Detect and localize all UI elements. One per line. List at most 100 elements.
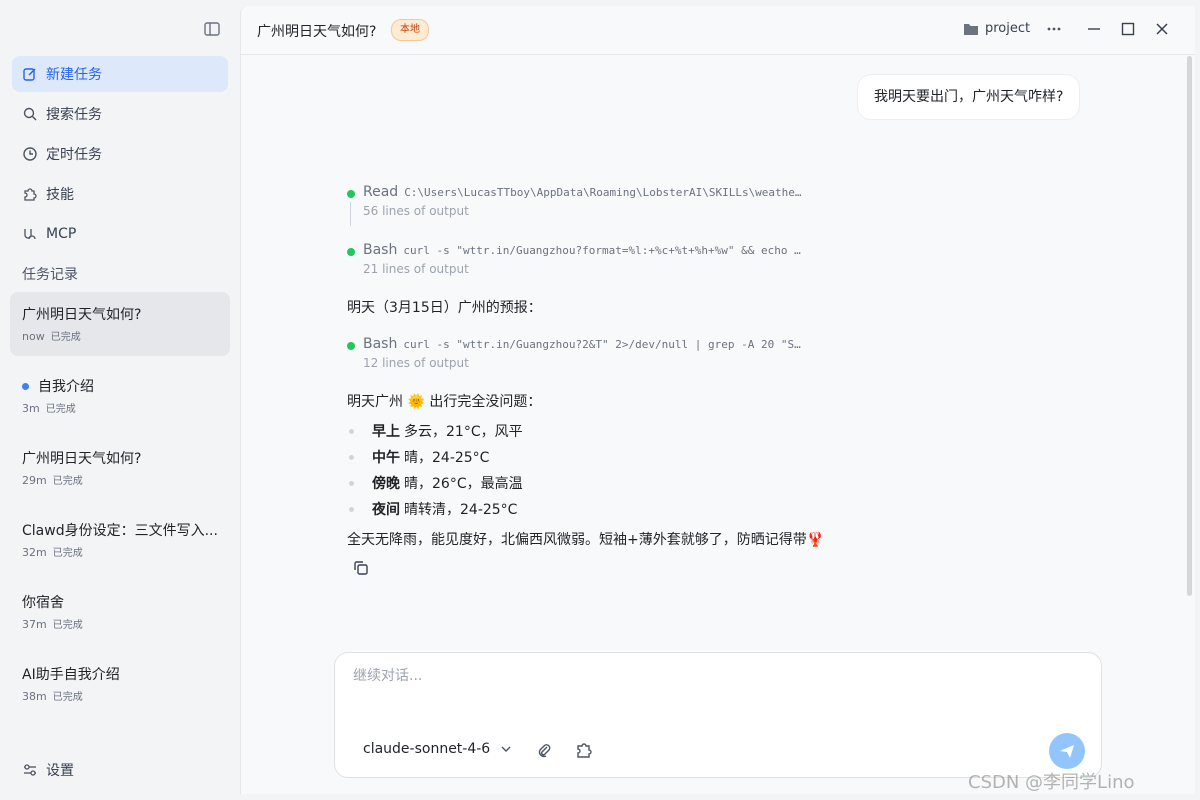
status-dot <box>347 190 355 198</box>
task-item[interactable]: 你宿舍 37m 已完成 <box>10 580 230 644</box>
task-time: 32m <box>22 546 47 559</box>
timeline-line <box>350 202 351 226</box>
task-status: 已完成 <box>52 692 83 703</box>
forecast-period: 中午 <box>372 450 400 466</box>
message-input[interactable] <box>351 667 1055 685</box>
nav-label: 技能 <box>46 187 74 203</box>
forecast-desc: 晴转清，24-25°C <box>404 502 518 518</box>
nav-scheduled-task[interactable]: 定时任务 <box>12 136 228 172</box>
settings-label: 设置 <box>46 763 74 779</box>
task-title: 你宿舍 <box>22 595 64 611</box>
task-meta: now 已完成 <box>22 328 81 343</box>
scrollbar[interactable] <box>1187 56 1192 596</box>
nav-label: 搜索任务 <box>46 107 102 123</box>
bullet-dot <box>349 506 354 512</box>
status-dot <box>347 248 355 256</box>
forecast-item: 中午 晴，24-25°C <box>349 447 489 467</box>
forecast-item: 夜间 晴转清，24-25°C <box>349 499 517 519</box>
nav-label: 定时任务 <box>46 147 102 163</box>
user-message: 我明天要出门，广州天气咋样? <box>857 74 1081 120</box>
bullet-dot <box>349 480 354 486</box>
paperclip-icon[interactable] <box>535 741 553 759</box>
composer: claude-sonnet-4-6 <box>334 652 1102 778</box>
tool-command: curl -s "wttr.in/Guangzhou?format=%l:+%c… <box>403 244 801 257</box>
project-label: project <box>985 21 1031 36</box>
task-time: 38m <box>22 690 47 703</box>
search-icon <box>22 106 38 122</box>
chat-title: 广州明日天气如何? <box>257 24 377 40</box>
tool-command: curl -s "wttr.in/Guangzhou?2&T" 2>/dev/n… <box>403 338 801 351</box>
task-title: 广州明日天气如何? <box>22 451 142 467</box>
tool-output: 56 lines of output <box>363 204 469 218</box>
unread-dot <box>22 383 29 390</box>
task-meta: 32m 已完成 <box>22 544 83 559</box>
status-dot <box>347 342 355 350</box>
forecast-period: 傍晚 <box>372 476 400 492</box>
nav-new-task[interactable]: 新建任务 <box>12 56 228 92</box>
tool-header: Read C:\Users\LucasTTboy\AppData\Roaming\… <box>363 184 802 200</box>
task-status: 已完成 <box>52 476 83 487</box>
maximize-icon[interactable] <box>1119 20 1137 38</box>
nav-label: 新建任务 <box>46 67 102 83</box>
model-selector[interactable]: claude-sonnet-4-6 <box>363 741 512 757</box>
chevron-down-icon <box>500 743 512 755</box>
sliders-icon <box>22 762 38 778</box>
task-title: Clawd身份设定：三文件写入... <box>22 523 218 539</box>
task-status: 已完成 <box>50 332 81 343</box>
tool-name: Bash <box>363 242 398 258</box>
forecast-item: 早上 多云，21°C，风平 <box>349 421 523 441</box>
task-item[interactable]: Clawd身份设定：三文件写入... 32m 已完成 <box>10 508 230 572</box>
task-meta: 38m 已完成 <box>22 688 83 703</box>
sidebar-toggle-icon[interactable] <box>203 20 221 38</box>
project-selector[interactable]: project <box>963 21 1030 36</box>
send-icon <box>1058 742 1076 760</box>
forecast-desc: 多云，21°C，风平 <box>404 424 523 440</box>
more-icon[interactable] <box>1045 20 1063 38</box>
top-bar: 广州明日天气如何? 本地 project <box>241 6 1195 55</box>
main-panel: 广州明日天气如何? 本地 project 我明天要出门，广州天气咋样? Read… <box>240 6 1195 794</box>
settings-button[interactable]: 设置 <box>22 760 74 780</box>
task-meta: 3m 已完成 <box>22 400 76 415</box>
bullet-dot <box>349 428 354 434</box>
tool-command: C:\Users\LucasTTboy\AppData\Roaming\Lobs… <box>404 186 802 199</box>
forecast-period: 夜间 <box>372 502 400 518</box>
task-item[interactable]: AI助手自我介绍 38m 已完成 <box>10 652 230 716</box>
task-time: now <box>22 330 45 343</box>
task-title: 自我介绍 <box>38 379 94 395</box>
task-title: AI助手自我介绍 <box>22 667 120 683</box>
closing-text: 全天无降雨，能见度好，北偏西风微弱。短袖+薄外套就够了，防晒记得带🦞 <box>347 532 825 548</box>
task-time: 3m <box>22 402 40 415</box>
nav-mcp[interactable]: MCP <box>12 216 228 252</box>
task-item[interactable]: 广州明日天气如何? 29m 已完成 <box>10 436 230 500</box>
task-meta: 37m 已完成 <box>22 616 83 631</box>
forecast-intro: 明天（3月15日）广州的预报： <box>347 300 542 316</box>
task-history-label: 任务记录 <box>22 267 78 283</box>
tool-header: Bash curl -s "wttr.in/Guangzhou?format=%l… <box>363 242 801 258</box>
summary-line: 明天广州 🌞 出行完全没问题： <box>347 394 542 410</box>
clock-icon <box>22 146 38 162</box>
task-meta: 29m 已完成 <box>22 472 83 487</box>
nav-skills[interactable]: 技能 <box>12 176 228 212</box>
puzzle-icon[interactable] <box>575 741 593 759</box>
close-icon[interactable] <box>1153 20 1171 38</box>
puzzle-icon <box>22 186 38 202</box>
task-item[interactable]: 自我介绍 3m 已完成 <box>10 364 230 428</box>
forecast-desc: 晴，26°C，最高温 <box>404 476 523 492</box>
forecast-period: 早上 <box>372 424 400 440</box>
send-button[interactable] <box>1049 733 1085 769</box>
minimize-icon[interactable] <box>1085 20 1103 38</box>
local-badge: 本地 <box>391 19 429 41</box>
task-status: 已完成 <box>52 620 83 631</box>
copy-icon[interactable] <box>352 559 370 577</box>
tool-output: 12 lines of output <box>363 356 469 370</box>
forecast-item: 傍晚 晴，26°C，最高温 <box>349 473 523 493</box>
nav-search-task[interactable]: 搜索任务 <box>12 96 228 132</box>
watermark: CSDN @李同学Lino <box>968 772 1135 793</box>
tool-output: 21 lines of output <box>363 262 469 276</box>
folder-icon <box>963 22 979 36</box>
edit-icon <box>22 66 38 82</box>
task-status: 已完成 <box>45 404 76 415</box>
model-name: claude-sonnet-4-6 <box>363 741 491 757</box>
forecast-desc: 晴，24-25°C <box>404 450 490 466</box>
task-item[interactable]: 广州明日天气如何? now 已完成 <box>10 292 230 356</box>
